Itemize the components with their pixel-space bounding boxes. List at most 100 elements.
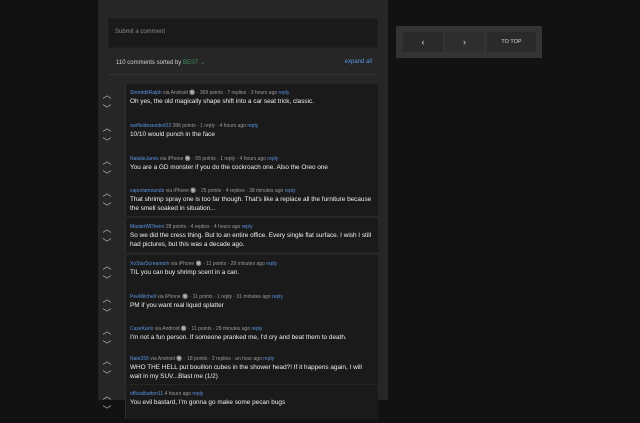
downvote-icon[interactable]: ﹀ — [101, 137, 113, 147]
comment: ︿ ﹀ Nate355 via Android 🔘 · 18 points · 2 … — [98, 350, 388, 388]
vote-controls: ︿ ﹀ — [101, 123, 115, 153]
downvote-icon[interactable]: ﹀ — [101, 202, 113, 212]
comment-text: You are a GD monster if you do the cockr… — [130, 164, 328, 171]
reply-link[interactable]: reply — [267, 156, 278, 162]
comment-text: WHO THE HELL put bouillon cubes in the s… — [130, 364, 362, 380]
comment-username[interactable]: PeeMitchell — [130, 294, 156, 300]
reply-link[interactable]: reply — [192, 391, 203, 397]
comment-username[interactable]: officialbatton11 — [130, 391, 163, 397]
comment-body: swiftsideseeded23 286 points · 1 reply ·… — [125, 117, 378, 151]
downvote-icon[interactable]: ﹀ — [101, 308, 113, 318]
downvote-icon[interactable]: ﹀ — [101, 275, 113, 285]
upvote-icon[interactable]: ︿ — [101, 90, 113, 100]
comment-meta: XoStarScreamork via iPhone 🔘 · 11 points… — [130, 261, 277, 267]
comment-meta: ShredditRalph via Android 🔘 · 369 points… — [130, 90, 289, 96]
upvote-icon[interactable]: ︿ — [101, 326, 113, 336]
next-button[interactable]: › — [445, 32, 484, 52]
comment-meta: MasterWDheim 28 points · 4 replies · 4 h… — [130, 224, 253, 230]
comment-username[interactable]: XoStarScreamork — [130, 261, 169, 267]
comment-text: Oh yes, the old magically shape shift in… — [130, 98, 314, 105]
upvote-icon[interactable]: ︿ — [101, 356, 113, 366]
upvote-icon[interactable]: ︿ — [101, 294, 113, 304]
upvote-icon[interactable]: ︿ — [101, 123, 113, 133]
comment-username[interactable]: ShredditRalph — [130, 90, 162, 96]
vote-controls: ︿ ﹀ — [101, 261, 115, 291]
reply-link[interactable]: reply — [285, 188, 296, 194]
reply-link[interactable]: reply — [242, 224, 253, 230]
comment-text: 10/10 would punch in the face — [130, 131, 215, 138]
comment-meta: Nate355 via Android 🔘 · 18 points · 2 re… — [130, 356, 274, 362]
comment-meta-text: via iPhone 🔘 · 11 points · 28 minutes ag… — [170, 261, 265, 267]
divider — [108, 74, 378, 75]
upvote-icon[interactable]: ︿ — [101, 224, 113, 234]
comment-body: officialbatton11 4 hours ago reply You ev… — [125, 385, 378, 419]
reply-link[interactable]: reply — [247, 123, 258, 129]
downvote-icon[interactable]: ﹀ — [101, 340, 113, 350]
comment-body: NatalieJarvis via iPhone 🔘 · 55 points ·… — [125, 150, 378, 184]
downvote-icon[interactable]: ﹀ — [101, 238, 113, 248]
comment-meta-text: 4 hours ago — [164, 391, 191, 397]
comment-text: So we did the cress thing. But to an ent… — [130, 232, 372, 248]
comment-meta: swiftsideseeded23 286 points · 1 reply ·… — [130, 123, 258, 129]
vote-controls: ︿ ﹀ — [101, 188, 115, 218]
comment-meta-text: 28 points · 4 replies · 4 hours ago — [165, 224, 241, 230]
comment-text: PM if you want real liquid splatter — [130, 302, 224, 309]
comment-text: I'm not a fun person. If someone pranked… — [130, 334, 347, 341]
comment-meta-text: via iPhone 🔘 · 55 points · 1 reply · 4 h… — [160, 156, 267, 162]
comment-text: That shrimp spray one is too far though.… — [130, 196, 372, 212]
comment-body: Nate355 via Android 🔘 · 18 points · 2 re… — [125, 350, 378, 384]
comment-username[interactable]: Nate355 — [130, 356, 149, 362]
comment-username[interactable]: CaseKarlo — [130, 326, 153, 332]
vote-controls: ︿ ﹀ — [101, 90, 115, 120]
sort-mode-label: BEST — [182, 60, 199, 66]
vote-controls: ︿ ﹀ — [101, 391, 115, 421]
reply-link[interactable]: reply — [272, 294, 283, 300]
comment: ︿ ﹀ vaporlamounds via iPhone 🔘 · 25 points… — [98, 182, 388, 220]
downvote-icon[interactable]: ﹀ — [101, 170, 113, 180]
comment-meta-text: via Android 🔘 · 11 points · 28 minutes a… — [154, 326, 251, 332]
comment: ︿ ﹀ officialbatton11 4 hours ago reply You … — [98, 385, 388, 423]
comment-body: XoStarScreamork via iPhone 🔘 · 11 points… — [125, 255, 378, 289]
comment-meta: NatalieJarvis via iPhone 🔘 · 55 points ·… — [130, 156, 278, 162]
reply-link[interactable]: reply — [266, 261, 277, 267]
vote-controls: ︿ ﹀ — [101, 224, 115, 254]
upvote-icon[interactable]: ︿ — [101, 156, 113, 166]
comment-username[interactable]: vaporlamounds — [130, 188, 164, 194]
comment-meta-text: via iPhone 🔘 · 25 points · 4 replies · 3… — [165, 188, 284, 194]
comment-body: PeeMitchell via iPhone 🔘 · 11 points · 1… — [125, 288, 378, 322]
comment-meta: vaporlamounds via iPhone 🔘 · 25 points ·… — [130, 188, 296, 194]
downvote-icon[interactable]: ﹀ — [101, 370, 113, 380]
comment-username[interactable]: swiftsideseeded23 — [130, 123, 171, 129]
vote-controls: ︿ ﹀ — [101, 356, 115, 386]
to-top-button[interactable]: TO TOP — [487, 32, 536, 52]
upvote-icon[interactable]: ︿ — [101, 188, 113, 198]
comment-meta-text: 286 points · 1 reply · 4 hours ago — [172, 123, 246, 129]
comment-count: 110 comments sorted by BEST ⌄ — [116, 59, 205, 66]
comment-count-label: 110 comments sorted by — [116, 60, 182, 66]
comments-panel: Submit a comment 110 comments sorted by … — [98, 0, 388, 419]
comment-body: vaporlamounds via iPhone 🔘 · 25 points ·… — [125, 182, 378, 216]
reply-link[interactable]: reply — [252, 326, 263, 332]
downvote-icon[interactable]: ﹀ — [101, 104, 113, 114]
comment-meta: CaseKarlo via Android 🔘 · 11 points · 28… — [130, 326, 262, 332]
comment-body: MasterWDheim 28 points · 4 replies · 4 h… — [125, 218, 378, 252]
comment-username[interactable]: NatalieJarvis — [130, 156, 159, 162]
comment-text: You evil bastard, I'm gonna go make some… — [130, 399, 286, 406]
downvote-icon[interactable]: ﹀ — [101, 405, 113, 415]
comment-text: TIL you can buy shrimp scent in a can. — [130, 269, 240, 276]
comment-meta-text: via Android 🔘 · 18 points · 2 replies · … — [150, 356, 262, 362]
submit-comment-input[interactable]: Submit a comment — [108, 18, 378, 48]
comment: ︿ ﹀ MasterWDheim 28 points · 4 replies · 4… — [98, 218, 388, 256]
expand-all-link[interactable]: expand all — [345, 59, 372, 65]
navigation-box: ‹ › TO TOP — [396, 26, 542, 58]
comment-meta-text: via iPhone 🔘 · 11 points · 1 reply · 31 … — [157, 294, 271, 300]
comment-body: CaseKarlo via Android 🔘 · 11 points · 28… — [125, 320, 378, 354]
upvote-icon[interactable]: ︿ — [101, 261, 113, 271]
reply-link[interactable]: reply — [279, 90, 290, 96]
sort-mode-dropdown[interactable]: BEST ⌄ — [183, 60, 205, 66]
chevron-down-icon: ⌄ — [200, 60, 206, 66]
comment-meta: officialbatton11 4 hours ago reply — [130, 391, 203, 397]
reply-link[interactable]: reply — [263, 356, 274, 362]
previous-button[interactable]: ‹ — [403, 32, 443, 52]
comment-username[interactable]: MasterWDheim — [130, 224, 164, 230]
